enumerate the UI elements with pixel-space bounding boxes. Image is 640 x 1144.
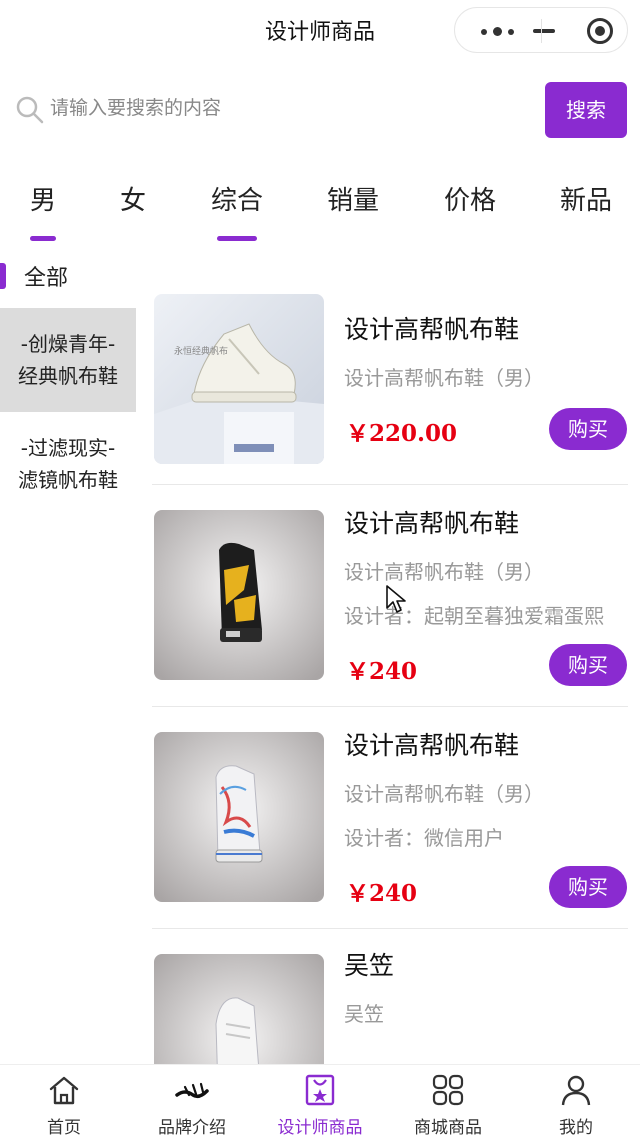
category-all[interactable]: 全部: [0, 258, 140, 294]
nav-home[interactable]: 首页: [0, 1065, 128, 1144]
product-price: ￥240: [346, 880, 418, 907]
product-name: 设计高帮帆布鞋: [344, 509, 520, 538]
buy-button[interactable]: 购买: [549, 866, 627, 908]
product-image[interactable]: [154, 732, 324, 902]
nav-label: 商城商品: [414, 1118, 482, 1138]
category-item-classic-canvas[interactable]: -创燥青年- 经典帆布鞋: [0, 308, 136, 412]
product-price: ￥240: [346, 658, 418, 685]
buy-button[interactable]: 购买: [549, 408, 627, 450]
buy-button[interactable]: 购买: [549, 644, 627, 686]
search-button[interactable]: 搜索: [545, 82, 627, 138]
tab-active-indicator: [30, 236, 56, 241]
capsule-divider: [541, 19, 542, 43]
category-line-2: 经典帆布鞋: [18, 364, 118, 388]
minimize-icon[interactable]: [455, 8, 555, 54]
product-card[interactable]: 永恒经典帆布 设计高帮帆布鞋 设计高帮帆布鞋（男） ￥220.00 购买: [152, 294, 628, 480]
category-line-1: -过滤现实-: [20, 436, 116, 460]
nav-label: 设计师商品: [277, 1118, 363, 1138]
tab-comprehensive[interactable]: 综合: [205, 180, 269, 246]
search-bar: 搜索: [0, 80, 640, 138]
product-name: 设计高帮帆布鞋: [344, 731, 520, 760]
category-item-filter-canvas[interactable]: -过滤现实- 滤镜帆布鞋: [0, 412, 136, 516]
tab-price[interactable]: 价格: [438, 180, 502, 246]
category-line-2: 滤镜帆布鞋: [18, 468, 118, 492]
bottom-navigation: 首页 品牌介绍 设计师商品 商城商品 我的: [0, 1064, 640, 1144]
category-line-1: -创燥青年-: [20, 332, 116, 356]
white-sneaker-image: 永恒经典帆布: [154, 294, 324, 464]
nav-label: 首页: [47, 1118, 81, 1138]
product-divider: [152, 928, 628, 929]
black-yellow-sneaker-image: [154, 510, 324, 680]
product-image[interactable]: [154, 510, 324, 680]
tab-new[interactable]: 新品: [554, 180, 618, 246]
title-bar: 设计师商品: [0, 0, 640, 60]
tab-female[interactable]: 女: [112, 180, 154, 246]
tab-label: 销量: [326, 186, 379, 216]
designer-shirt-icon: [305, 1074, 335, 1106]
grid-icon: [432, 1074, 464, 1106]
tab-male[interactable]: 男: [22, 180, 64, 246]
white-canvas-sneaker-image: [154, 954, 324, 1064]
product-subtitle: 设计高帮帆布鞋（男）: [344, 782, 544, 806]
product-card[interactable]: 吴笠 吴笠: [152, 950, 628, 1064]
tab-label: 价格: [443, 186, 496, 216]
svg-text:永恒经典帆布: 永恒经典帆布: [174, 345, 228, 357]
product-image[interactable]: 永恒经典帆布: [154, 294, 324, 464]
search-icon: [16, 96, 44, 124]
category-all-marker: [0, 263, 6, 289]
tab-label: 男: [29, 186, 56, 216]
product-card[interactable]: 设计高帮帆布鞋 设计高帮帆布鞋（男） 设计者：微信用户 ￥240 购买: [152, 730, 628, 920]
brand-logo-icon: [175, 1082, 209, 1099]
product-designer: 设计者：微信用户: [344, 826, 504, 850]
category-all-label: 全部: [24, 266, 69, 291]
tab-label: 综合: [210, 186, 263, 216]
tab-active-indicator: [217, 236, 257, 241]
search-input[interactable]: [50, 88, 530, 128]
product-divider: [152, 706, 628, 707]
user-icon: [561, 1075, 591, 1106]
nav-designer-products[interactable]: 设计师商品: [256, 1065, 384, 1144]
graffiti-sneaker-image: [154, 732, 324, 902]
product-subtitle: 设计高帮帆布鞋（男）: [344, 366, 544, 390]
product-name: 设计高帮帆布鞋: [344, 315, 520, 344]
product-subtitle: 吴笠: [344, 1002, 384, 1026]
nav-label: 品牌介绍: [158, 1118, 226, 1138]
nav-brand-intro[interactable]: 品牌介绍: [128, 1065, 256, 1144]
tab-sales[interactable]: 销量: [321, 180, 385, 246]
mouse-pointer-icon: [386, 585, 406, 613]
home-icon: [49, 1076, 79, 1105]
tab-label: 新品: [559, 186, 612, 216]
close-target-icon[interactable]: [587, 18, 613, 44]
nav-mall-products[interactable]: 商城商品: [384, 1065, 512, 1144]
product-divider: [152, 484, 628, 485]
nav-mine[interactable]: 我的: [512, 1065, 640, 1144]
miniprogram-capsule: [454, 7, 628, 53]
designer-products-page: 设计师商品 搜索 男 女 综合 销量 价: [0, 0, 640, 1144]
filter-tabs: 男 女 综合 销量 价格 新品: [0, 180, 640, 246]
tab-label: 女: [119, 186, 146, 216]
product-price: ￥220.00: [346, 420, 458, 447]
product-image[interactable]: [154, 954, 324, 1064]
product-name: 吴笠: [344, 951, 395, 980]
nav-label: 我的: [559, 1118, 593, 1138]
product-subtitle: 设计高帮帆布鞋（男）: [344, 560, 544, 584]
